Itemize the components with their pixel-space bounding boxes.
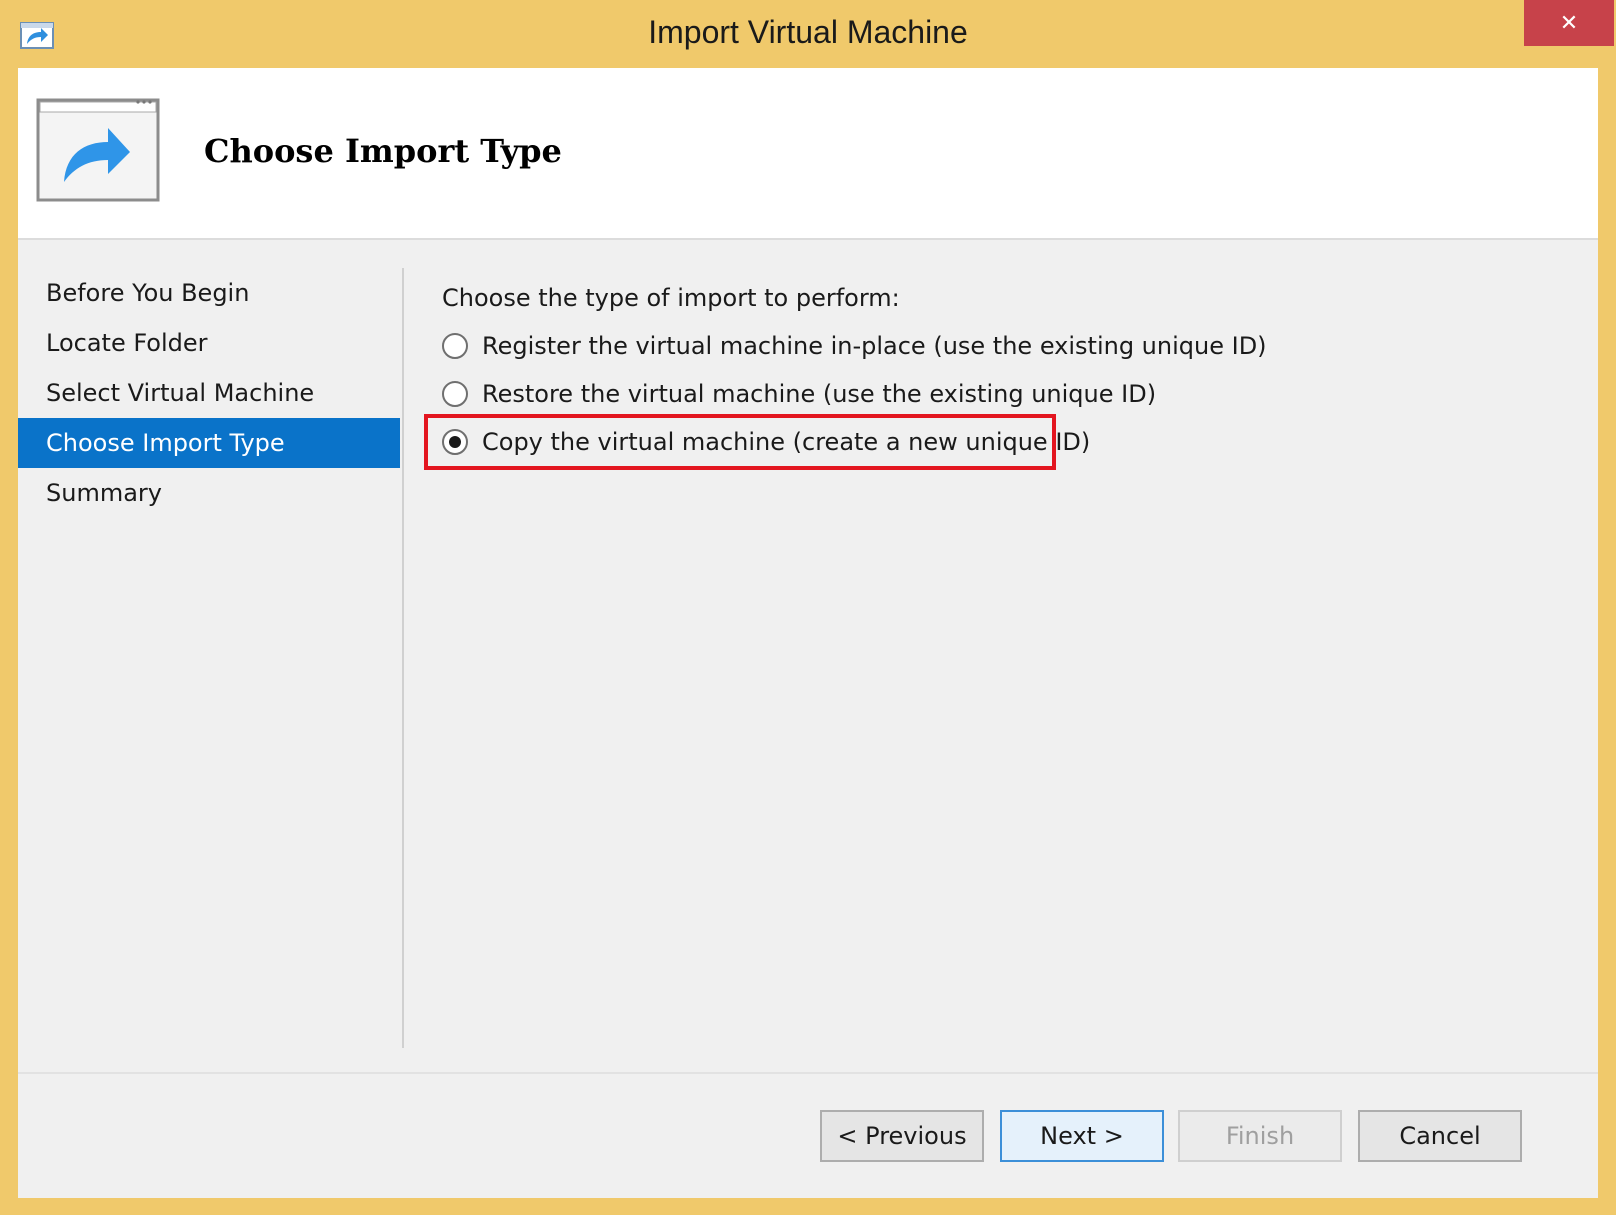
radio-register-in-place[interactable] — [442, 333, 468, 359]
close-button[interactable]: ✕ — [1524, 0, 1614, 46]
option-restore[interactable]: Restore the virtual machine (use the exi… — [442, 370, 1562, 418]
option-register-in-place[interactable]: Register the virtual machine in-place (u… — [442, 322, 1562, 370]
finish-button[interactable]: Finish — [1178, 1110, 1342, 1162]
footer-divider — [18, 1072, 1598, 1074]
next-button[interactable]: Next > — [1000, 1110, 1164, 1162]
nav-item-choose-import-type[interactable]: Choose Import Type — [18, 418, 400, 468]
wizard-steps-nav: Before You Begin Locate Folder Select Vi… — [18, 268, 400, 518]
radio-copy[interactable] — [442, 429, 468, 455]
nav-divider — [402, 268, 404, 1048]
cancel-button[interactable]: Cancel — [1358, 1110, 1522, 1162]
nav-item-summary[interactable]: Summary — [18, 468, 400, 518]
nav-item-locate-folder[interactable]: Locate Folder — [18, 318, 400, 368]
page-title: Choose Import Type — [204, 132, 562, 170]
wizard-header: Choose Import Type — [18, 68, 1598, 240]
window-title: Import Virtual Machine — [648, 14, 968, 50]
option-label: Restore the virtual machine (use the exi… — [482, 380, 1157, 408]
previous-button[interactable]: < Previous — [820, 1110, 984, 1162]
option-label: Register the virtual machine in-place (u… — [482, 332, 1267, 360]
nav-item-before-you-begin[interactable]: Before You Begin — [18, 268, 400, 318]
title-bar: Import Virtual Machine ✕ — [0, 0, 1616, 68]
nav-item-select-virtual-machine[interactable]: Select Virtual Machine — [18, 368, 400, 418]
option-label: Copy the virtual machine (create a new u… — [482, 428, 1091, 456]
radio-restore[interactable] — [442, 381, 468, 407]
import-type-panel: Choose the type of import to perform: Re… — [442, 268, 1562, 466]
import-type-prompt: Choose the type of import to perform: — [442, 284, 900, 312]
wizard-window: Choose Import Type Before You Begin Loca… — [18, 68, 1598, 1198]
import-window-arrow-icon — [36, 98, 160, 202]
option-copy[interactable]: Copy the virtual machine (create a new u… — [442, 418, 1562, 466]
